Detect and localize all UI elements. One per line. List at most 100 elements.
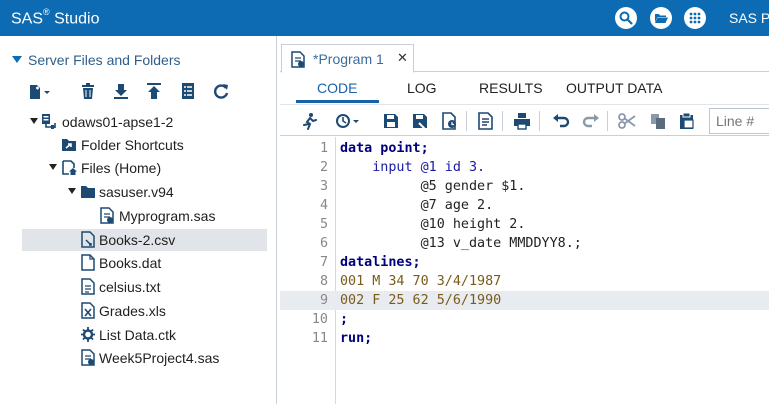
folder-shortcut-icon <box>61 136 77 153</box>
editor-toolbar <box>280 104 769 136</box>
tree-item-label: Files (Home) <box>81 160 162 176</box>
code-text: data point; <box>340 141 429 156</box>
tree-item-grades-xls[interactable]: Grades.xls <box>0 300 276 322</box>
folder-open-icon[interactable] <box>650 7 672 29</box>
print-icon[interactable] <box>513 112 531 130</box>
tree-item-label: odaws01-apse1-2 <box>62 114 174 130</box>
line-number: 10 <box>311 312 328 327</box>
upload-icon[interactable] <box>145 82 165 102</box>
panel-header[interactable]: Server Files and Folders <box>0 44 276 78</box>
properties-icon[interactable] <box>180 82 200 102</box>
code-line[interactable]: 4 @7 age 2. <box>280 196 769 215</box>
app-title: SAS® Studio <box>11 7 100 28</box>
run-icon[interactable] <box>301 112 319 130</box>
code-text: @10 height 2. <box>340 217 526 232</box>
download-icon[interactable] <box>112 82 132 102</box>
code-text: run; <box>340 331 373 346</box>
search-icon[interactable] <box>615 7 637 29</box>
toolbar-divider <box>502 111 503 131</box>
code-line-current[interactable]: 9 002 F 25 62 5/6/1990 <box>280 291 769 310</box>
line-number-input[interactable] <box>709 108 769 134</box>
code-line[interactable]: 6 @13 v_date MMDDYY8.; <box>280 234 769 253</box>
code-text: 001 M 34 70 3/4/1987 <box>340 274 502 289</box>
expand-caret-icon[interactable] <box>49 164 57 170</box>
expand-caret-icon[interactable] <box>30 118 38 124</box>
cut-icon[interactable] <box>618 112 636 130</box>
panel-title: Server Files and Folders <box>28 52 181 68</box>
line-number: 1 <box>319 141 328 156</box>
save-log-icon[interactable] <box>441 112 459 130</box>
tree-item-folder-shortcuts[interactable]: Folder Shortcuts <box>0 134 276 156</box>
new-icon[interactable] <box>28 82 50 102</box>
tab-program-1[interactable]: *Program 1 ✕ <box>281 44 414 73</box>
tree-item-files-home[interactable]: Files (Home) <box>0 157 276 179</box>
active-tab-indicator <box>296 100 379 103</box>
editor-tab-bar: *Program 1 ✕ <box>280 44 769 73</box>
code-line[interactable]: 2 input @1 id 3. <box>280 158 769 177</box>
tab-log[interactable]: LOG <box>407 80 437 96</box>
line-number: 4 <box>319 198 328 213</box>
delete-icon[interactable] <box>80 82 100 102</box>
paste-icon[interactable] <box>678 112 696 130</box>
save-as-icon[interactable] <box>411 112 429 130</box>
toolbar-divider <box>539 111 540 131</box>
code-line[interactable]: 1 data point; <box>280 139 769 158</box>
code-line[interactable]: 10 ; <box>280 310 769 329</box>
tree-item-books-2-csv[interactable]: Books-2.csv <box>22 229 267 251</box>
tree-item-myprogram[interactable]: Myprogram.sas <box>0 205 276 227</box>
code-text: @7 age 2. <box>340 198 494 213</box>
code-line[interactable]: 7 datalines; <box>280 253 769 272</box>
expand-caret-icon[interactable] <box>68 188 76 194</box>
line-number: 8 <box>319 274 328 289</box>
tree-item-list-data-ctk[interactable]: List Data.ctk <box>0 324 276 346</box>
code-text: ; <box>340 312 349 327</box>
code-text: datalines; <box>340 255 421 270</box>
save-icon[interactable] <box>382 112 400 130</box>
line-number: 7 <box>319 255 328 270</box>
code-line[interactable]: 11 run; <box>280 329 769 348</box>
sas-program-icon <box>80 349 96 366</box>
tab-code[interactable]: CODE <box>317 80 357 96</box>
tree-item-label: Grades.xls <box>99 303 166 319</box>
redo-icon[interactable] <box>582 112 600 130</box>
code-editor[interactable]: 1 data point; 2 input @1 id 3. 3 @5 gend… <box>280 137 769 404</box>
app-name-suffix: Studio <box>49 10 100 28</box>
refresh-icon[interactable] <box>212 82 232 102</box>
undo-icon[interactable] <box>552 112 570 130</box>
history-icon[interactable] <box>335 112 359 130</box>
code-line[interactable]: 8 001 M 34 70 3/4/1987 <box>280 272 769 291</box>
editor-subtabs: CODE LOG RESULTS OUTPUT DATA <box>280 76 769 102</box>
close-tab-icon[interactable]: ✕ <box>397 50 408 66</box>
code-line[interactable]: 3 @5 gender $1. <box>280 177 769 196</box>
user-menu[interactable]: SAS Pro <box>729 10 769 26</box>
line-number: 9 <box>319 293 328 308</box>
tree-item-label: Books-2.csv <box>99 232 176 248</box>
tree-item-server[interactable]: odaws01-apse1-2 <box>0 111 276 133</box>
panel-toolbar <box>0 78 276 110</box>
code-text: @5 gender $1. <box>340 179 526 194</box>
line-number: 2 <box>319 160 328 175</box>
copy-icon[interactable] <box>649 112 667 130</box>
tab-results[interactable]: RESULTS <box>479 80 543 96</box>
code-line[interactable]: 5 @10 height 2. <box>280 215 769 234</box>
tree-item-celsius-txt[interactable]: celsius.txt <box>0 276 276 298</box>
app-name: SAS <box>11 10 44 28</box>
code-text: 002 F 25 62 5/6/1990 <box>340 293 502 308</box>
csv-file-icon <box>80 231 96 248</box>
tree-item-label: Week5Project4.sas <box>99 350 220 366</box>
code-snippet-icon[interactable] <box>477 112 495 130</box>
tab-output-data[interactable]: OUTPUT DATA <box>566 80 662 96</box>
tree-item-label: List Data.ctk <box>99 327 177 343</box>
line-number: 11 <box>311 331 328 346</box>
task-file-icon <box>80 326 96 343</box>
collapse-caret-icon[interactable] <box>12 56 22 63</box>
text-file-icon <box>80 278 96 295</box>
tree-item-books-dat[interactable]: Books.dat <box>0 252 276 274</box>
tree-item-week5project4[interactable]: Week5Project4.sas <box>0 347 276 369</box>
home-folder-icon <box>61 159 77 176</box>
folder-icon <box>80 183 96 200</box>
apps-grid-icon[interactable] <box>684 7 706 29</box>
tree-item-sasuser[interactable]: sasuser.v94 <box>0 181 276 203</box>
tree-item-label: celsius.txt <box>99 279 161 295</box>
line-number: 3 <box>319 179 328 194</box>
